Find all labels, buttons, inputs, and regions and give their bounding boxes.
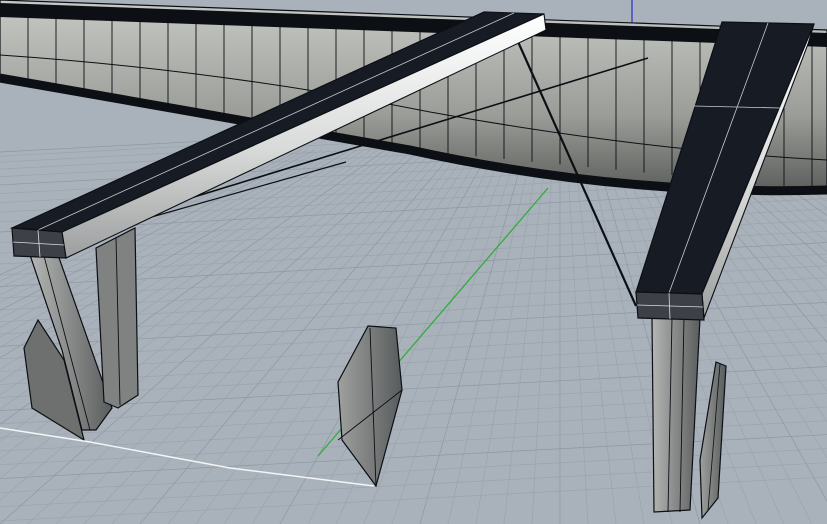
right-fin[interactable] bbox=[699, 361, 727, 520]
right-support-leg[interactable] bbox=[651, 317, 701, 513]
grid-line bbox=[566, 149, 589, 524]
grid-line bbox=[195, 149, 470, 524]
grid-line bbox=[769, 149, 827, 185]
grid-line bbox=[818, 149, 827, 155]
grid-line bbox=[503, 149, 547, 524]
center-fin[interactable] bbox=[337, 325, 403, 488]
grid-line bbox=[419, 149, 526, 524]
grid-line bbox=[573, 149, 617, 524]
grid-line bbox=[748, 149, 827, 202]
scene-canvas[interactable] bbox=[0, 0, 827, 524]
grid-line bbox=[531, 149, 554, 524]
grid-line bbox=[734, 149, 827, 216]
grid-line bbox=[762, 149, 827, 190]
grid-line bbox=[790, 149, 827, 170]
perspective-viewport[interactable] bbox=[0, 0, 827, 524]
grid-line bbox=[167, 149, 463, 524]
grid-line bbox=[755, 149, 827, 196]
grid-line bbox=[783, 149, 827, 175]
grid-line bbox=[776, 149, 827, 180]
grid-line bbox=[223, 149, 477, 524]
